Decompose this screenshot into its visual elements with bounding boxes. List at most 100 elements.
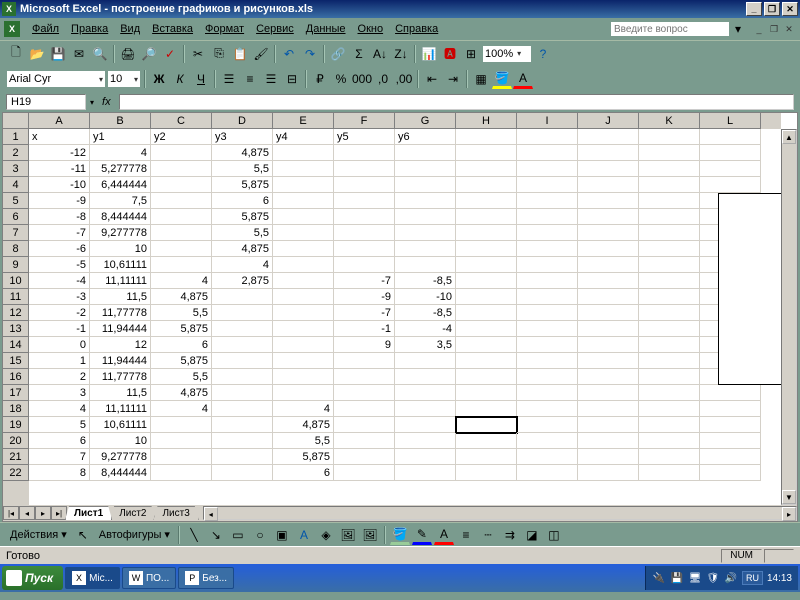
cell-E10[interactable] [273, 273, 334, 289]
row-header-17[interactable]: 17 [3, 385, 29, 401]
scroll-right-arrow[interactable]: ▸ [782, 507, 796, 521]
horizontal-scrollbar[interactable]: ◂ ▸ [203, 506, 797, 520]
cell-J18[interactable] [578, 401, 639, 417]
cell-E5[interactable] [273, 193, 334, 209]
cell-J10[interactable] [578, 273, 639, 289]
pivot-button[interactable]: ⊞ [461, 44, 481, 64]
cell-D20[interactable] [212, 433, 273, 449]
cell-I20[interactable] [517, 433, 578, 449]
sort-asc-button[interactable]: A↓ [370, 44, 390, 64]
open-button[interactable]: 📂 [27, 44, 47, 64]
row-header-6[interactable]: 6 [3, 209, 29, 225]
align-left-button[interactable]: ☰ [219, 69, 239, 89]
cell-C8[interactable] [151, 241, 212, 257]
cell-I11[interactable] [517, 289, 578, 305]
font-color-draw[interactable]: A [434, 525, 454, 545]
cell-H9[interactable] [456, 257, 517, 273]
cell-A16[interactable]: 2 [29, 369, 90, 385]
borders-button[interactable]: ▦ [471, 69, 491, 89]
cell-E15[interactable] [273, 353, 334, 369]
cell-G11[interactable]: -10 [395, 289, 456, 305]
start-button[interactable]: ⊞ Пуск [2, 566, 63, 590]
cell-G9[interactable] [395, 257, 456, 273]
row-header-21[interactable]: 21 [3, 449, 29, 465]
cell-A18[interactable]: 4 [29, 401, 90, 417]
underline-button[interactable]: Ч [191, 69, 211, 89]
cell-B9[interactable]: 10,61111 [90, 257, 151, 273]
col-header-D[interactable]: D [212, 113, 273, 129]
cell-G1[interactable]: y6 [395, 129, 456, 145]
row-header-11[interactable]: 11 [3, 289, 29, 305]
tab-last-button[interactable]: ▸| [51, 506, 67, 520]
format-painter-button[interactable]: 🖌 [251, 44, 271, 64]
vertical-scrollbar[interactable]: ▲ ▼ [781, 129, 797, 505]
save-button[interactable]: 💾 [48, 44, 68, 64]
row-header-3[interactable]: 3 [3, 161, 29, 177]
cell-D9[interactable]: 4 [212, 257, 273, 273]
decrease-indent-button[interactable]: ⇤ [422, 69, 442, 89]
taskbar-task-0[interactable]: XMic... [65, 567, 120, 589]
cell-E14[interactable] [273, 337, 334, 353]
cell-B3[interactable]: 5,277778 [90, 161, 151, 177]
cell-K1[interactable] [639, 129, 700, 145]
increase-indent-button[interactable]: ⇥ [443, 69, 463, 89]
cell-B10[interactable]: 11,11111 [90, 273, 151, 289]
cell-I16[interactable] [517, 369, 578, 385]
cell-I10[interactable] [517, 273, 578, 289]
cell-J7[interactable] [578, 225, 639, 241]
scroll-up-arrow[interactable]: ▲ [782, 130, 796, 144]
cell-H6[interactable] [456, 209, 517, 225]
currency-button[interactable]: ₽ [310, 69, 330, 89]
cell-J12[interactable] [578, 305, 639, 321]
cell-H22[interactable] [456, 465, 517, 481]
cell-K16[interactable] [639, 369, 700, 385]
cell-J1[interactable] [578, 129, 639, 145]
cell-G21[interactable] [395, 449, 456, 465]
cell-I13[interactable] [517, 321, 578, 337]
cell-B1[interactable]: y1 [90, 129, 151, 145]
cell-K9[interactable] [639, 257, 700, 273]
cell-A17[interactable]: 3 [29, 385, 90, 401]
cell-B15[interactable]: 11,94444 [90, 353, 151, 369]
row-header-22[interactable]: 22 [3, 465, 29, 481]
row-header-9[interactable]: 9 [3, 257, 29, 273]
cell-G3[interactable] [395, 161, 456, 177]
menu-вставка[interactable]: Вставка [146, 21, 199, 37]
cell-A6[interactable]: -8 [29, 209, 90, 225]
cell-G7[interactable] [395, 225, 456, 241]
cell-A9[interactable]: -5 [29, 257, 90, 273]
cell-I7[interactable] [517, 225, 578, 241]
cell-I21[interactable] [517, 449, 578, 465]
sheet-tab-Лист1[interactable]: Лист1 [65, 506, 112, 520]
doc-restore-button[interactable]: ❐ [767, 23, 781, 35]
cell-D3[interactable]: 5,5 [212, 161, 273, 177]
tab-prev-button[interactable]: ◂ [19, 506, 35, 520]
cell-H8[interactable] [456, 241, 517, 257]
row-header-18[interactable]: 18 [3, 401, 29, 417]
cell-H1[interactable] [456, 129, 517, 145]
spelling-button[interactable]: ✓ [160, 44, 180, 64]
cell-K21[interactable] [639, 449, 700, 465]
cell-F17[interactable] [334, 385, 395, 401]
cell-E4[interactable] [273, 177, 334, 193]
cell-K14[interactable] [639, 337, 700, 353]
app-icon[interactable]: X [4, 21, 20, 37]
cell-C15[interactable]: 5,875 [151, 353, 212, 369]
cell-A2[interactable]: -12 [29, 145, 90, 161]
cell-E18[interactable]: 4 [273, 401, 334, 417]
cell-I8[interactable] [517, 241, 578, 257]
row-header-19[interactable]: 19 [3, 417, 29, 433]
cell-C1[interactable]: y2 [151, 129, 212, 145]
cell-C17[interactable]: 4,875 [151, 385, 212, 401]
cell-B2[interactable]: 4 [90, 145, 151, 161]
drawing-toggle-button[interactable]: 🅰 [440, 44, 460, 64]
cell-E1[interactable]: y4 [273, 129, 334, 145]
cell-C7[interactable] [151, 225, 212, 241]
menu-файл[interactable]: Файл [26, 21, 65, 37]
cell-E8[interactable] [273, 241, 334, 257]
cell-G15[interactable] [395, 353, 456, 369]
sort-desc-button[interactable]: Z↓ [391, 44, 411, 64]
cell-J9[interactable] [578, 257, 639, 273]
clock[interactable]: 14:13 [767, 573, 792, 584]
cell-J20[interactable] [578, 433, 639, 449]
